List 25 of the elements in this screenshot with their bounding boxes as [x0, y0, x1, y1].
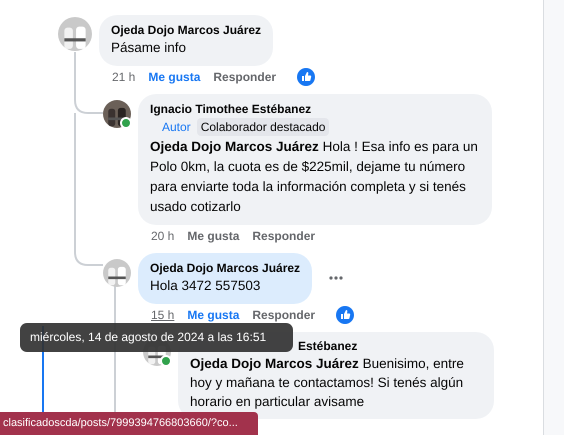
more-options-icon[interactable] [329, 276, 344, 280]
thumbs-up-icon[interactable] [297, 68, 316, 86]
timestamp-link[interactable]: 20 h [151, 229, 174, 243]
status-bar-url: clasificadoscda/posts/7999394766803660/?co... [0, 412, 258, 435]
like-link[interactable]: Me gusta [148, 70, 200, 84]
author-name[interactable]: Ignacio Timothee Estébanez [150, 101, 480, 117]
author-label: Autor [161, 119, 192, 136]
timestamp-link[interactable]: 21 h [112, 70, 136, 84]
reply-link[interactable]: Responder [252, 229, 316, 243]
comment-text: Hola 3472 557503 [150, 277, 262, 295]
reply-link[interactable]: Responder [252, 308, 316, 322]
thumbs-up-icon[interactable] [336, 306, 354, 324]
author-name[interactable]: Ojeda Dojo Marcos Juárez [150, 260, 300, 276]
avatar[interactable] [58, 17, 92, 51]
reply-link[interactable]: Responder [213, 70, 276, 84]
comment-text: Pásame info [111, 39, 188, 57]
timestamp-link[interactable]: 15 h [151, 308, 174, 322]
comment-text: Ojeda Dojo Marcos Juárez Buenisimo, entre hoy y mañana te contactamos! Si tenés algún horario en particular avisame [190, 355, 465, 411]
date-tooltip: miércoles, 14 de agosto de 2024 a las 16:51 [20, 323, 293, 352]
like-link[interactable]: Me gusta [187, 229, 240, 243]
author-name[interactable]: Ojeda Dojo Marcos Juárez [111, 22, 262, 38]
contributor-tag: Colaborador destacado [196, 118, 330, 136]
like-link[interactable]: Me gusta [187, 308, 240, 322]
avatar[interactable] [103, 259, 131, 287]
comment-text: Ojeda Dojo Marcos Juárez Hola ! Esa info es para un Polo 0km, la cuota es de $225mil, dejame tu número para enviarte toda la información completa y si tenés usado cotizarlo [150, 138, 479, 216]
